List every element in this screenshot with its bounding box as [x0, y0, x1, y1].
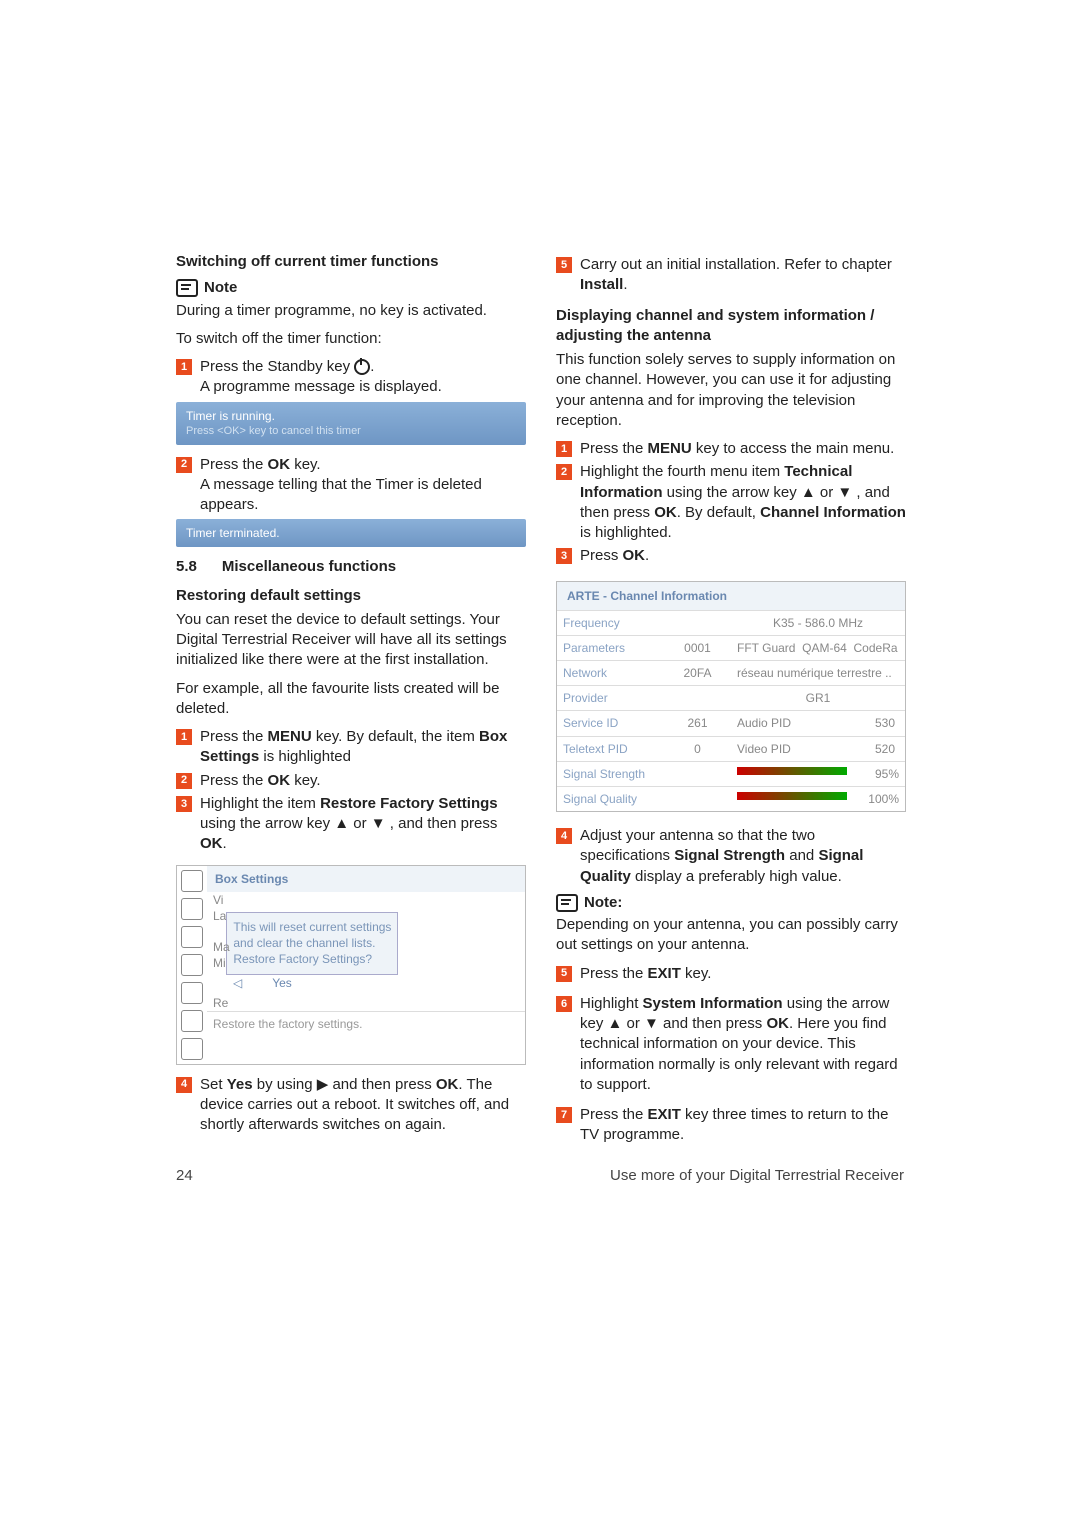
- left-column: Switching off current timer functions No…: [176, 252, 526, 1149]
- step-4: 4 Set Yes by using ▶ and then press OK. T…: [176, 1075, 526, 1136]
- right-column: 5 Carry out an initial installation. Refe…: [556, 252, 906, 1149]
- box-settings-footer: Restore the factory settings.: [207, 1011, 525, 1036]
- step-text: Carry out an initial installation. Refer…: [580, 255, 906, 296]
- step-text: Press the MENU key. By default, the item…: [200, 727, 526, 768]
- step-4: 4 Adjust your antenna so that the two spe…: [556, 826, 906, 887]
- wrench-icon: [181, 870, 203, 892]
- message-box: Timer is running.Press <OK> key to cance…: [176, 402, 526, 445]
- channel-info-title: ARTE - Channel Information: [557, 582, 905, 610]
- power-icon: [354, 359, 370, 375]
- step-text: Press the EXIT key.: [580, 964, 906, 984]
- sidebar-icons: [177, 866, 207, 1064]
- step-3: 3 Press OK.: [556, 546, 906, 566]
- step-num: 4: [556, 828, 572, 844]
- step-2: 2 Press the OK key.A message telling that…: [176, 455, 526, 516]
- step-text: Highlight the item Restore Factory Setti…: [200, 794, 526, 855]
- step-num: 3: [556, 548, 572, 564]
- para: For example, all the favourite lists cre…: [176, 679, 526, 720]
- step-num: 6: [556, 996, 572, 1012]
- step-text: Press OK.: [580, 546, 906, 566]
- step-5: 5 Carry out an initial installation. Refe…: [556, 255, 906, 296]
- step-5: 5 Press the EXIT key.: [556, 964, 906, 984]
- step-1: 1 Press the MENU key. By default, the ite…: [176, 727, 526, 768]
- step-num: 7: [556, 1107, 572, 1123]
- list-icon: [181, 926, 203, 948]
- step-num: 1: [176, 359, 192, 375]
- screen-icon: [181, 954, 203, 976]
- row: Vi: [213, 892, 519, 908]
- heading-switching-off: Switching off current timer functions: [176, 252, 526, 272]
- step-num: 5: [556, 257, 572, 273]
- step-text: Press the MENU key to access the main me…: [580, 439, 906, 459]
- note-heading: Note:: [556, 893, 906, 913]
- para: To switch off the timer function:: [176, 329, 526, 349]
- step-text: Highlight System Information using the a…: [580, 994, 906, 1095]
- step-text: Press the Standby key .A programme messa…: [200, 357, 526, 398]
- step-7: 7 Press the EXIT key three times to retur…: [556, 1105, 906, 1146]
- diamond-icon: [181, 1038, 203, 1060]
- section-heading: 5.8 Miscellaneous functions: [176, 557, 526, 577]
- step-text: Press the OK key.A message telling that …: [200, 455, 526, 516]
- para: This function solely serves to supply in…: [556, 350, 906, 431]
- step-num: 2: [176, 457, 192, 473]
- note-icon: [176, 279, 198, 297]
- lock-icon: [181, 1010, 203, 1032]
- footer-text: Use more of your Digital Terrestrial Rec…: [610, 1167, 904, 1184]
- yes-button: Yes: [272, 975, 292, 991]
- signal-quality-bar: [737, 792, 847, 800]
- step-1: 1 Press the MENU key to access the main m…: [556, 439, 906, 459]
- para: Depending on your antenna, you can possi…: [556, 915, 906, 956]
- heading-restoring: Restoring default settings: [176, 586, 526, 606]
- message-box: Timer terminated.: [176, 519, 526, 547]
- step-text: Press the EXIT key three times to return…: [580, 1105, 906, 1146]
- step-num: 4: [176, 1077, 192, 1093]
- note-heading: Note: [176, 278, 526, 298]
- step-num: 2: [556, 464, 572, 480]
- note-label: Note: [204, 278, 237, 298]
- box-settings-title: Box Settings: [207, 866, 525, 892]
- step-num: 2: [176, 773, 192, 789]
- box-settings-screenshot: Box Settings Vi La This will reset curre…: [176, 865, 526, 1065]
- page-number: 24: [176, 1167, 193, 1184]
- signal-strength-bar: [737, 767, 847, 775]
- step-num: 3: [176, 796, 192, 812]
- channel-info-screenshot: ARTE - Channel Information FrequencyK35 …: [556, 581, 906, 813]
- step-num: 5: [556, 966, 572, 982]
- step-num: 1: [556, 441, 572, 457]
- search-icon: [181, 898, 203, 920]
- gears-icon: [181, 982, 203, 1004]
- step-text: Adjust your antenna so that the two spec…: [580, 826, 906, 887]
- back-button: ◁: [233, 975, 242, 991]
- confirm-popup: This will reset current settingsand clea…: [226, 912, 398, 975]
- step-2: 2 Highlight the fourth menu item Technica…: [556, 462, 906, 543]
- para: During a timer programme, no key is acti…: [176, 301, 526, 321]
- para: You can reset the device to default sett…: [176, 610, 526, 671]
- step-3: 3 Highlight the item Restore Factory Sett…: [176, 794, 526, 855]
- heading-channel-info: Displaying channel and system informatio…: [556, 306, 906, 347]
- step-num: 1: [176, 729, 192, 745]
- note-icon: [556, 894, 578, 912]
- step-1: 1 Press the Standby key .A programme mess…: [176, 357, 526, 398]
- step-text: Press the OK key.: [200, 771, 526, 791]
- step-text: Set Yes by using ▶ and then press OK. Th…: [200, 1075, 526, 1136]
- step-2: 2 Press the OK key.: [176, 771, 526, 791]
- step-text: Highlight the fourth menu item Technical…: [580, 462, 906, 543]
- step-6: 6 Highlight System Information using the …: [556, 994, 906, 1095]
